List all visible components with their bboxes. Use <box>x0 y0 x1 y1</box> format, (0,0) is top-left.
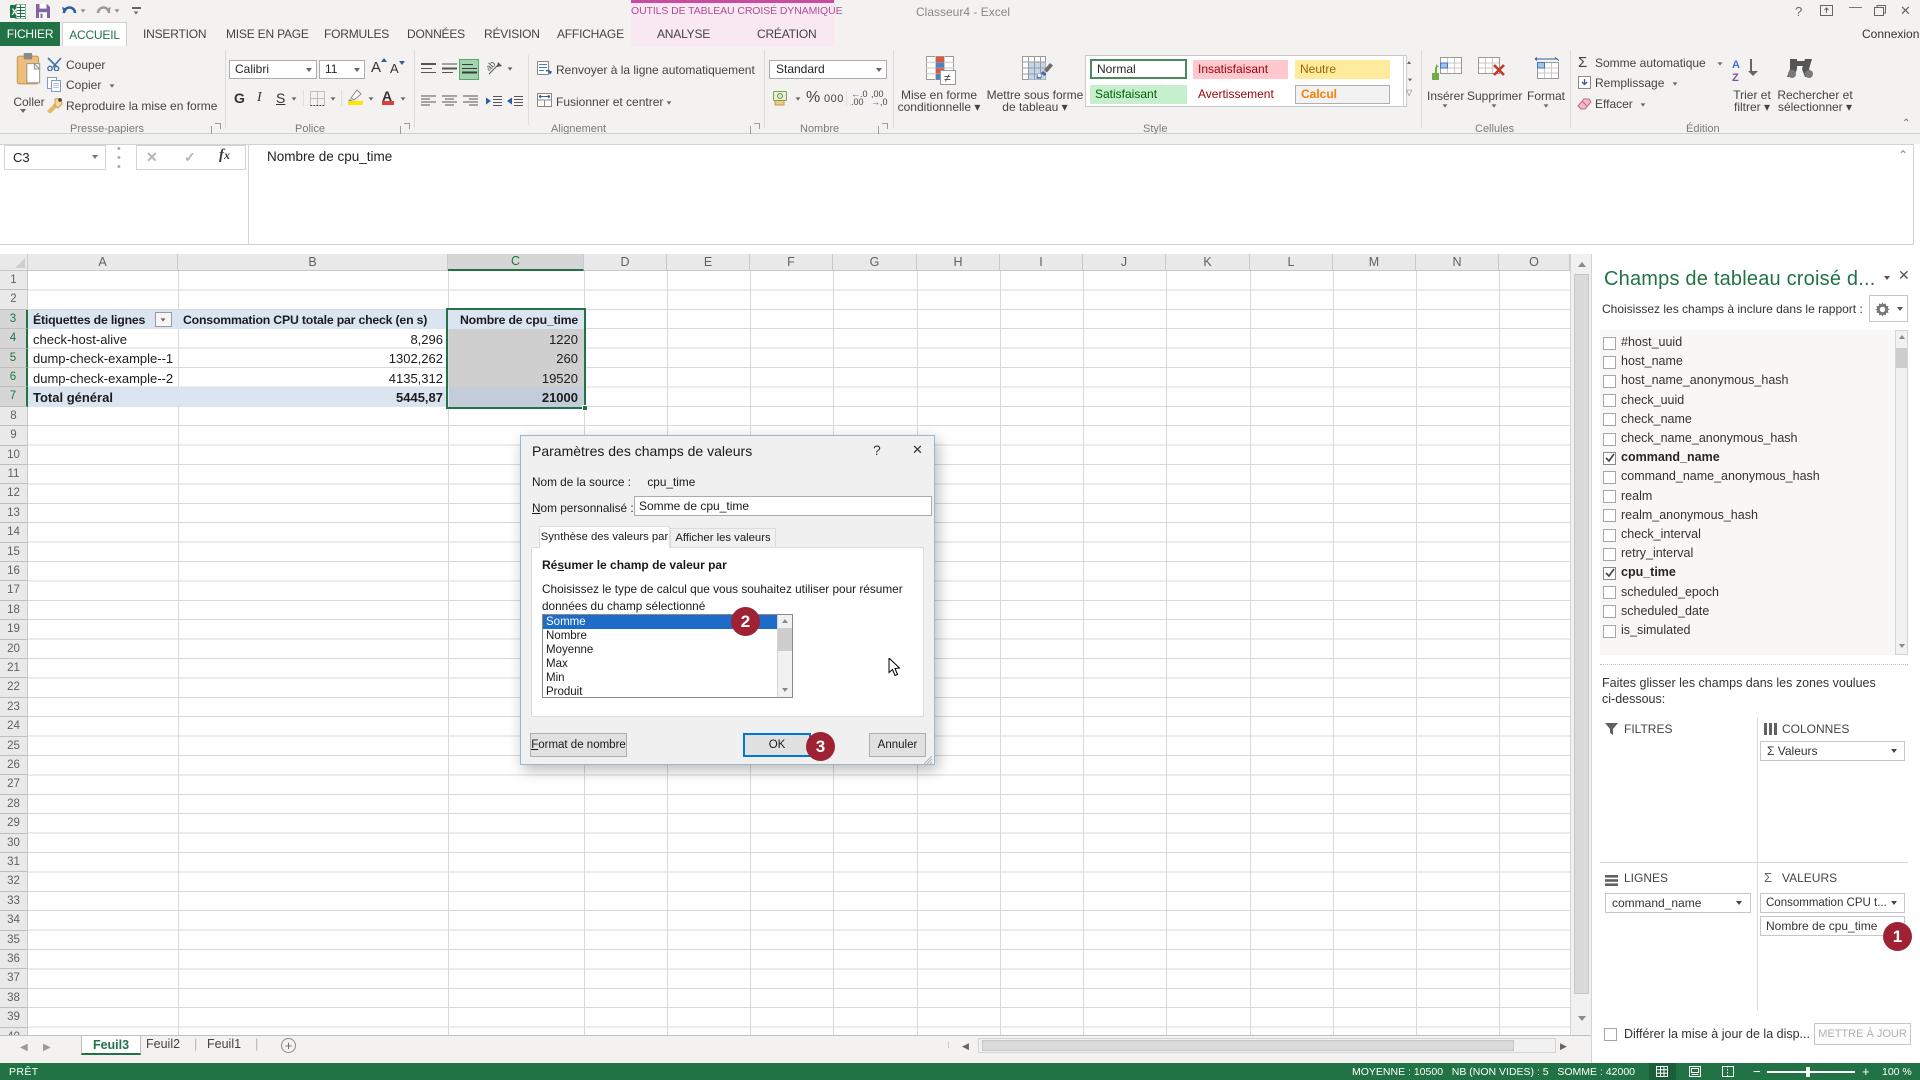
svg-text:Z: Z <box>1732 72 1739 84</box>
svg-text:X: X <box>11 7 17 17</box>
svg-text:A: A <box>1732 59 1740 71</box>
svg-text:≠: ≠ <box>944 71 951 85</box>
svg-text:ab: ab <box>487 60 497 73</box>
